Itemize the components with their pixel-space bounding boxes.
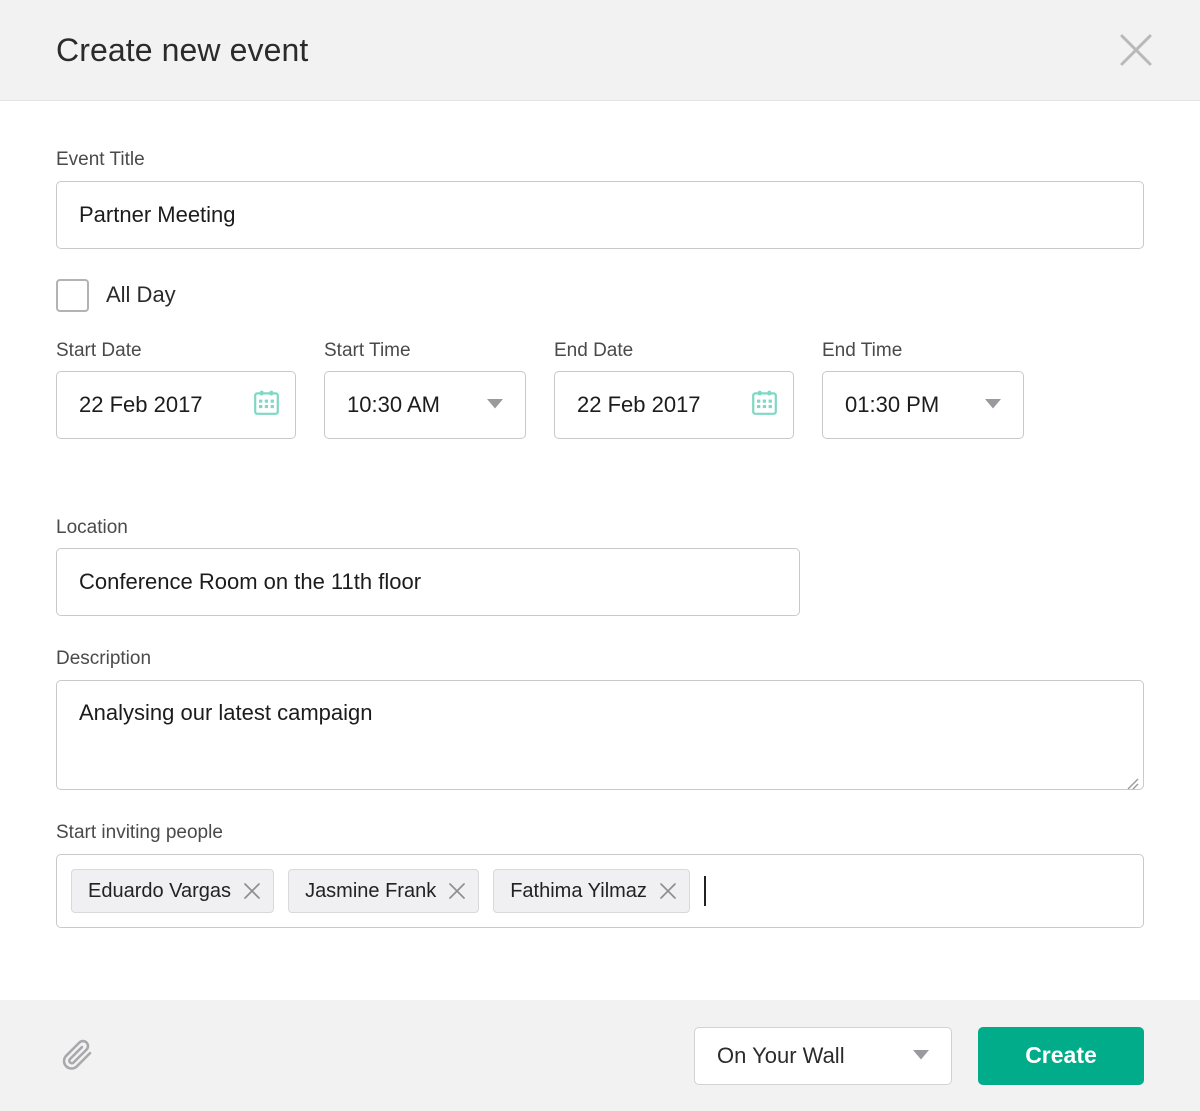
location-field-group: Location Conference Room on the 11th flo… (56, 517, 1144, 617)
event-title-field-group: Event Title Partner Meeting (56, 149, 1144, 249)
paperclip-icon (61, 1037, 95, 1074)
start-date-field-group: Start Date 22 Feb 2017 (56, 340, 296, 439)
dialog-body: Event Title Partner Meeting All Day Star… (0, 101, 1200, 1000)
invitee-tag: Fathima Yilmaz (493, 869, 690, 913)
invitee-tag-label: Fathima Yilmaz (510, 881, 647, 901)
calendar-icon[interactable] (752, 390, 777, 420)
all-day-row: All Day (56, 279, 1144, 312)
start-time-select[interactable]: 10:30 AM (324, 371, 526, 439)
layout-spacer (56, 439, 1144, 517)
close-dialog-button[interactable] (1108, 22, 1164, 78)
start-date-value: 22 Feb 2017 (79, 394, 203, 416)
resize-handle-icon[interactable] (1123, 769, 1139, 785)
invitees-field-group: Start inviting people Eduardo Vargas Jas… (56, 822, 1144, 928)
invitees-input[interactable]: Eduardo Vargas Jasmine Frank (56, 854, 1144, 928)
end-time-field-group: End Time 01:30 PM (822, 340, 1024, 439)
footer-actions: On Your Wall Create (694, 1027, 1144, 1085)
attach-file-button[interactable] (56, 1034, 100, 1078)
start-time-label: Start Time (324, 340, 526, 363)
share-target-value: On Your Wall (717, 1045, 845, 1067)
date-time-row: Start Date 22 Feb 2017 (56, 340, 1144, 439)
invitee-tag: Jasmine Frank (288, 869, 479, 913)
invitees-label: Start inviting people (56, 822, 1144, 845)
invitee-tag: Eduardo Vargas (71, 869, 274, 913)
dialog-footer: On Your Wall Create (0, 1000, 1200, 1111)
end-date-input[interactable]: 22 Feb 2017 (554, 371, 794, 439)
location-label: Location (56, 517, 1144, 540)
page-title: Create new event (56, 34, 308, 66)
end-time-select[interactable]: 01:30 PM (822, 371, 1024, 439)
text-cursor (704, 876, 706, 906)
start-time-field-group: Start Time 10:30 AM (324, 340, 526, 439)
invitee-tag-label: Jasmine Frank (305, 881, 436, 901)
start-date-input[interactable]: 22 Feb 2017 (56, 371, 296, 439)
chevron-down-icon (913, 1047, 929, 1065)
close-icon (1119, 33, 1153, 67)
all-day-checkbox[interactable] (56, 279, 89, 312)
invitee-tag-label: Eduardo Vargas (88, 881, 231, 901)
calendar-icon[interactable] (254, 390, 279, 420)
start-time-value: 10:30 AM (347, 394, 440, 416)
start-date-label: Start Date (56, 340, 296, 363)
description-label: Description (56, 648, 1144, 671)
end-time-label: End Time (822, 340, 1024, 363)
remove-invitee-icon[interactable] (659, 882, 677, 900)
end-date-label: End Date (554, 340, 794, 363)
end-date-field-group: End Date 22 Feb 2017 (554, 340, 794, 439)
description-textarea[interactable]: Analysing our latest campaign (56, 680, 1144, 790)
share-target-select[interactable]: On Your Wall (694, 1027, 952, 1085)
end-date-value: 22 Feb 2017 (577, 394, 701, 416)
all-day-label: All Day (106, 284, 176, 306)
end-time-value: 01:30 PM (845, 394, 939, 416)
create-event-dialog: Create new event Event Title Partner Mee… (0, 0, 1200, 1111)
event-title-input[interactable]: Partner Meeting (56, 181, 1144, 249)
location-input[interactable]: Conference Room on the 11th floor (56, 548, 800, 616)
event-title-label: Event Title (56, 149, 1144, 172)
dialog-header: Create new event (0, 0, 1200, 101)
chevron-down-icon (985, 396, 1001, 414)
create-button[interactable]: Create (978, 1027, 1144, 1085)
remove-invitee-icon[interactable] (448, 882, 466, 900)
description-field-group: Description Analysing our latest campaig… (56, 648, 1144, 790)
chevron-down-icon (487, 396, 503, 414)
remove-invitee-icon[interactable] (243, 882, 261, 900)
